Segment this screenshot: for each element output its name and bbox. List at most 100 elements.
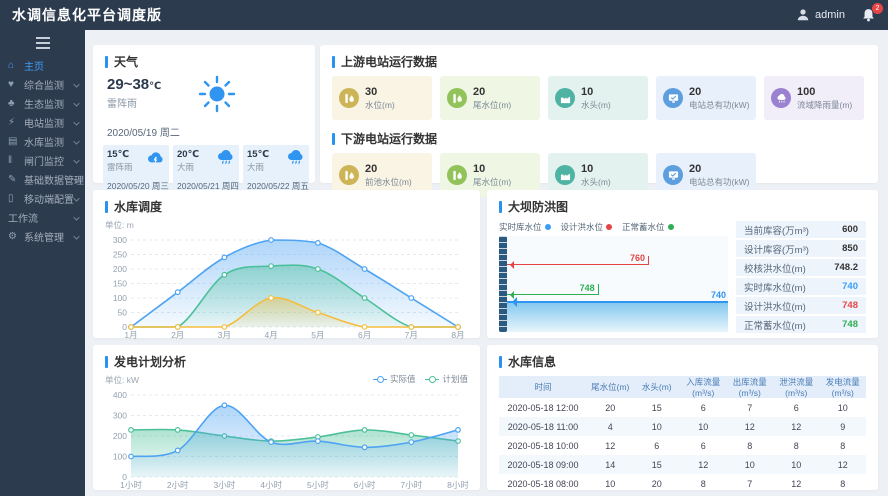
cloud-lightning-icon — [146, 149, 165, 173]
legend-label: 实时库水位 — [499, 221, 542, 233]
power-icon — [663, 165, 683, 185]
table-cell: 12 — [773, 474, 820, 493]
svg-text:3月: 3月 — [218, 330, 231, 340]
table-cell: 12 — [727, 417, 774, 436]
cloud-rain-icon — [286, 149, 305, 173]
user-icon — [796, 8, 810, 22]
metric-label: 水头(m) — [581, 99, 611, 111]
menu-toggle-icon[interactable] — [0, 30, 85, 56]
reservoir-icon: ▤ — [8, 136, 24, 147]
svg-text:100: 100 — [113, 293, 127, 303]
sidebar-item-1[interactable]: ♥综合监测 — [0, 75, 85, 94]
dam-stats: 当前库容(万m³)600设计库容(万m³)850校核洪水位(m)748.2实时库… — [736, 221, 866, 333]
sidebar-item-label: 移动端配置 — [24, 191, 74, 206]
app-header: 水调信息化平台调度版 admin 2 — [0, 0, 888, 30]
table-cell: 8 — [820, 436, 867, 455]
water-level-icon — [339, 88, 359, 108]
table-cell: 2020-05-18 12:00 — [499, 398, 587, 417]
main-content: 天气 29~38℃ 雷阵雨 — [85, 30, 888, 496]
svg-text:1月: 1月 — [124, 330, 137, 340]
dam-legend-item: 正常蓄水位 — [622, 221, 674, 233]
metric-value: 10 — [581, 163, 611, 176]
dispatch-unit-label: 单位: m — [93, 219, 480, 231]
sidebar-item-label: 电站监测 — [24, 115, 64, 130]
design-flood-level-line: 760 — [507, 264, 649, 265]
table-cell: 10 — [634, 417, 681, 436]
gate-icon: ‖ — [8, 155, 24, 166]
chart-legend-item[interactable]: 实际值 — [373, 373, 416, 385]
forecast-condition: 大雨 — [247, 161, 269, 173]
sidebar-item-8[interactable]: 工作流 — [0, 208, 85, 227]
metric-value: 20 — [689, 163, 749, 176]
reservoir-info-title: 水库信息 — [487, 345, 878, 374]
cloud-rain-icon — [216, 149, 235, 173]
forecast-temp: 20℃ — [177, 149, 199, 160]
dam-stat-row: 正常蓄水位(m)748 — [736, 316, 866, 333]
sidebar-item-0[interactable]: ⌂主页 — [0, 56, 85, 75]
svg-text:3小时: 3小时 — [214, 480, 236, 490]
sidebar-item-2[interactable]: ♣生态监测 — [0, 94, 85, 113]
generation-plan-card: 发电计划分析 单位: kW 实际值计划值 01002003004001小时2小时… — [93, 345, 480, 490]
stat-label: 校核洪水位(m) — [744, 261, 806, 275]
metric-label: 电站总有功(kW) — [689, 99, 749, 111]
sun-icon — [197, 74, 237, 119]
upstream-tile-4: 100流域降雨量(m) — [764, 76, 864, 120]
svg-text:2月: 2月 — [171, 330, 184, 340]
forecast-temp: 15℃ — [107, 149, 133, 160]
metric-label: 尾水位(m) — [473, 176, 511, 188]
table-cell: 10 — [587, 474, 634, 493]
sidebar-item-4[interactable]: ▤水库监测 — [0, 132, 85, 151]
metric-value: 20 — [473, 86, 511, 99]
svg-text:8小时: 8小时 — [447, 480, 468, 490]
stat-value: 748.2 — [834, 262, 858, 273]
chevron-down-icon — [73, 157, 79, 163]
reservoir-dispatch-card: 水库调度 单位: m 0501001502002503001月2月3月4月5月6… — [93, 190, 480, 338]
svg-text:4小时: 4小时 — [260, 480, 282, 490]
stat-label: 当前库容(万m³) — [744, 223, 809, 237]
metric-value: 10 — [581, 86, 611, 99]
dam-legend: 实时库水位设计洪水位正常蓄水位 — [499, 221, 728, 233]
water-level-icon — [447, 88, 467, 108]
chevron-down-icon — [73, 100, 79, 106]
chart-legend-item[interactable]: 计划值 — [425, 373, 468, 385]
sidebar-nav: ⌂主页♥综合监测♣生态监测⚡电站监测▤水库监测‖闸门监控✎基础数据管理▯移动端配… — [0, 56, 85, 246]
svg-text:2小时: 2小时 — [167, 480, 189, 490]
table-cell: 8 — [680, 474, 727, 493]
sidebar-item-6[interactable]: ✎基础数据管理 — [0, 170, 85, 189]
table-cell: 15 — [634, 398, 681, 417]
table-row: 2020-05-18 08:00102087128 — [499, 474, 866, 493]
upstream-tile-3: 20电站总有功(kW) — [656, 76, 756, 120]
table-cell: 2020-05-18 11:00 — [499, 417, 587, 436]
svg-text:5小时: 5小时 — [307, 480, 329, 490]
svg-text:200: 200 — [113, 431, 127, 441]
table-cell: 2020-05-18 10:00 — [499, 436, 587, 455]
water-level-icon — [447, 165, 467, 185]
notification-bell[interactable]: 2 — [861, 8, 876, 23]
water-head-icon — [555, 165, 575, 185]
sidebar-item-label: 主页 — [24, 58, 44, 73]
sidebar-item-3[interactable]: ⚡电站监测 — [0, 113, 85, 132]
sidebar-item-5[interactable]: ‖闸门监控 — [0, 151, 85, 170]
sidebar-item-9[interactable]: ⚙系统管理 — [0, 227, 85, 246]
home-icon: ⌂ — [8, 60, 24, 71]
legend-marker-icon — [425, 376, 439, 383]
legend-label: 计划值 — [442, 373, 468, 385]
dam-title: 大坝防洪图 — [487, 190, 878, 219]
app-title: 水调信息化平台调度版 — [12, 5, 162, 25]
metric-value: 10 — [473, 163, 511, 176]
dam-stat-row: 当前库容(万m³)600 — [736, 221, 866, 238]
eco-icon: ♣ — [8, 98, 24, 109]
weather-date: 2020/05/19 周二 — [93, 119, 315, 145]
dam-stat-row: 设计洪水位(m)748 — [736, 297, 866, 314]
table-cell: 12 — [587, 436, 634, 455]
stat-label: 正常蓄水位(m) — [744, 318, 806, 332]
sidebar-item-7[interactable]: ▯移动端配置 — [0, 189, 85, 208]
user-menu[interactable]: admin — [796, 8, 845, 22]
svg-text:6月: 6月 — [358, 330, 371, 340]
svg-text:7月: 7月 — [405, 330, 418, 340]
upstream-tile-2: 10水头(m) — [548, 76, 648, 120]
table-cell: 2020-05-18 08:00 — [499, 474, 587, 493]
svg-text:1小时: 1小时 — [120, 480, 142, 490]
table-cell: 12 — [820, 455, 867, 474]
table-cell: 9 — [820, 417, 867, 436]
